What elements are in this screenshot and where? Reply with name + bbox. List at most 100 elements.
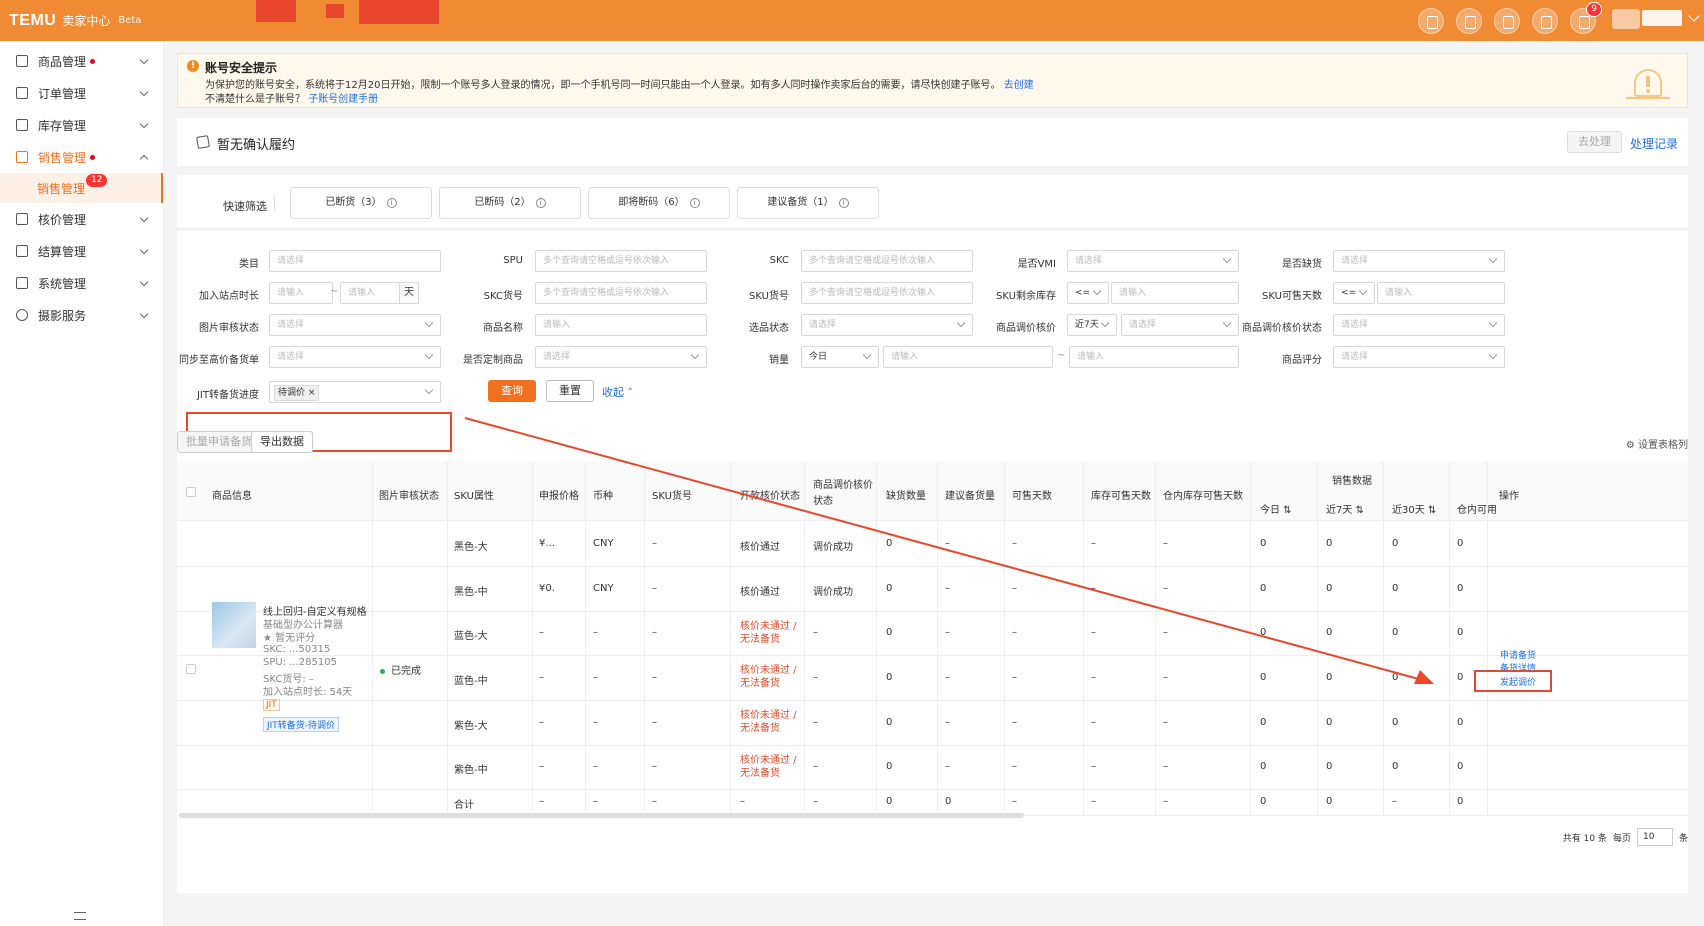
temu-logo[interactable]: TEMU: [9, 12, 56, 30]
sales-period-select[interactable]: 今日: [801, 346, 879, 368]
security-alert: ! 账号安全提示 为保护您的账号安全，系统将于12月20日开始，限制一个账号多人…: [177, 53, 1688, 108]
filter-label: 商品评分: [1282, 355, 1322, 366]
selection-status-select[interactable]: 请选择: [801, 314, 973, 336]
out-of-stock-select[interactable]: 请选择: [1333, 250, 1505, 272]
sidebar-item-inventory[interactable]: 库存管理: [0, 109, 163, 141]
subaccount-manual-link[interactable]: 子账号创建手册: [308, 94, 378, 105]
quick-filter-size-out[interactable]: 已断码（2） i: [439, 187, 581, 219]
avatar[interactable]: [1612, 9, 1640, 29]
image-audit-select[interactable]: 请选择: [269, 314, 441, 336]
create-subaccount-link[interactable]: 去创建: [1004, 80, 1034, 91]
selected-tag[interactable]: 待调价 ×: [274, 385, 320, 401]
quick-filter-soon-out[interactable]: 即将断码（6） i: [588, 187, 730, 219]
clipboard-icon[interactable]: [1532, 8, 1558, 34]
product-image[interactable]: [212, 602, 256, 648]
pricing-icon: [16, 213, 28, 225]
jit-progress-select[interactable]: 待调价 ×: [269, 381, 441, 403]
cell-m: 0: [1392, 627, 1399, 638]
quick-filter-suggest-stock[interactable]: 建议备货（1） i: [737, 187, 879, 219]
col-divider: [585, 461, 586, 815]
page-size-select[interactable]: 10: [1636, 828, 1673, 846]
select-all-checkbox[interactable]: [186, 487, 196, 497]
cell-c: 0: [1457, 627, 1464, 638]
chart-icon: [16, 151, 28, 163]
sidebar-subitem-sales-management[interactable]: 销售管理 12: [0, 173, 163, 203]
cell-s2: –: [813, 761, 818, 772]
filter-label: 商品调价核价状态: [1242, 323, 1322, 334]
process-button[interactable]: 去处理: [1567, 131, 1622, 153]
join-days-min[interactable]: 请输入: [269, 282, 333, 304]
cell-attr: 蓝色-中: [454, 675, 488, 687]
sidebar-item-product[interactable]: 商品管理: [0, 45, 163, 77]
row-divider: [177, 700, 1688, 701]
col-divider: [730, 461, 731, 815]
chat-icon[interactable]: [1494, 8, 1520, 34]
col-divider: [372, 461, 373, 815]
price-adjust-status-select[interactable]: 请选择: [1333, 314, 1505, 336]
bell-icon[interactable]: 9: [1570, 2, 1602, 34]
redacted-block: [256, 0, 296, 22]
query-button[interactable]: 查询: [488, 380, 536, 402]
stock-value-input[interactable]: 请输入: [1111, 282, 1239, 304]
price-adjust-period-select[interactable]: 近7天: [1067, 314, 1117, 336]
days-value-input[interactable]: 请输入: [1377, 282, 1505, 304]
horizontal-scrollbar[interactable]: [179, 813, 1024, 818]
process-records-link[interactable]: 处理记录: [1630, 135, 1678, 152]
apply-stock-link[interactable]: 申请备货: [1500, 648, 1536, 661]
batch-stock-button[interactable]: 批量申请备货: [177, 431, 261, 453]
sidebar-item-photo[interactable]: 摄影服务: [0, 299, 163, 331]
sidebar-item-label: 库存管理: [38, 118, 87, 133]
table-settings-link[interactable]: ⚙ 设置表格列: [1626, 436, 1688, 451]
collapse-menu-icon[interactable]: [74, 912, 86, 920]
filter-label: 是否定制商品: [463, 355, 523, 366]
sidebar-item-system[interactable]: 系统管理: [0, 267, 163, 299]
vmi-select[interactable]: 请选择: [1067, 250, 1239, 272]
sync-highprice-select[interactable]: 请选择: [269, 346, 441, 368]
chevron-down-icon: [139, 213, 149, 223]
notification-badge: 9: [1586, 2, 1602, 17]
stock-operator-select[interactable]: <=: [1067, 282, 1109, 304]
cell-m: –: [1392, 796, 1397, 807]
collapse-button[interactable]: 收起 ˄: [602, 384, 633, 400]
product-name-input[interactable]: 请输入: [535, 314, 707, 336]
filter-label: 销量: [769, 355, 789, 366]
cell-q: 0: [886, 716, 893, 728]
cell-price: –: [539, 627, 544, 638]
sidebar-item-pricing[interactable]: 核价管理: [0, 203, 163, 235]
username-redacted[interactable]: [1642, 10, 1682, 26]
sidebar-item-label: 销售管理: [37, 181, 86, 196]
reset-button[interactable]: 重置: [546, 380, 594, 402]
spu-input[interactable]: 多个查询请空格或逗号依次输入: [535, 250, 707, 272]
skc-no-input[interactable]: 多个查询请空格或逗号依次输入: [535, 282, 707, 304]
price-adjust-select[interactable]: 请选择: [1121, 314, 1239, 336]
sidebar-item-settlement[interactable]: 结算管理: [0, 235, 163, 267]
sales-min-input[interactable]: 请输入: [883, 346, 1053, 368]
cell-ksd: –: [1091, 627, 1096, 638]
sort-header-7d[interactable]: 近7天 ⇅: [1326, 501, 1364, 516]
row-divider: [177, 745, 1688, 746]
category-input[interactable]: 请选择: [269, 250, 441, 272]
skc-input[interactable]: 多个查询请空格或逗号依次输入: [801, 250, 973, 272]
sku-no-input[interactable]: 多个查询请空格或逗号依次输入: [801, 282, 973, 304]
sales-max-input[interactable]: 请输入: [1069, 346, 1239, 368]
sort-header-30d[interactable]: 近30天 ⇅: [1392, 501, 1436, 516]
cell-s1: 核价未通过 / 无法备货: [740, 755, 797, 779]
cell-skuno: –: [652, 716, 657, 728]
jit-badge: JIT: [263, 699, 280, 711]
days-operator-select[interactable]: <=: [1333, 282, 1375, 304]
phone-icon[interactable]: [1418, 8, 1444, 34]
join-days-max[interactable]: 请输入: [340, 282, 400, 304]
row-checkbox[interactable]: [186, 664, 196, 674]
export-button[interactable]: 导出数据: [251, 431, 313, 453]
custom-product-select[interactable]: 请选择: [535, 346, 707, 368]
pager-total: 共有 10 条: [1562, 833, 1607, 844]
book-icon[interactable]: [1456, 8, 1482, 34]
sidebar-item-order[interactable]: 订单管理: [0, 77, 163, 109]
chevron-down-icon: [139, 87, 149, 97]
sidebar-item-sales[interactable]: 销售管理: [0, 141, 163, 173]
sort-header-today[interactable]: 今日 ⇅: [1260, 501, 1292, 516]
cell-ksd: –: [1091, 716, 1096, 728]
quick-filter-out-of-stock[interactable]: 已断货（3） i: [290, 187, 432, 219]
rating-select[interactable]: 请选择: [1333, 346, 1505, 368]
cell-c: 0: [1457, 537, 1464, 549]
